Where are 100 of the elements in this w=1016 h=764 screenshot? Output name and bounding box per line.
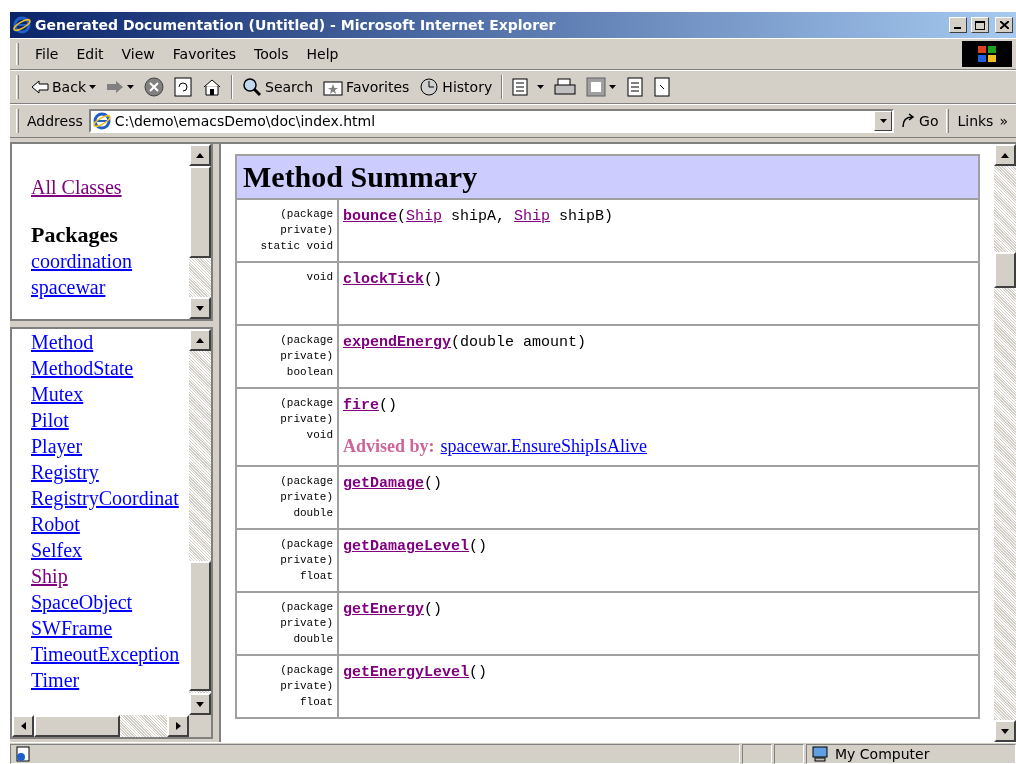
menu-item[interactable]: File bbox=[27, 43, 67, 65]
table-heading: Method Summary bbox=[237, 156, 978, 200]
minimize-button[interactable] bbox=[949, 17, 967, 33]
type-link[interactable]: Ship bbox=[406, 208, 443, 225]
class-link[interactable]: Timer bbox=[31, 667, 80, 693]
modifier-text: (package bbox=[279, 474, 333, 489]
ie-logo-icon bbox=[92, 112, 111, 130]
modifier-text: float bbox=[299, 569, 333, 584]
class-link[interactable]: Registry bbox=[31, 459, 99, 485]
go-button[interactable]: Go bbox=[896, 107, 943, 135]
class-link[interactable]: Selfex bbox=[31, 537, 83, 563]
scroll-right-button[interactable] bbox=[167, 715, 189, 737]
scrollbar[interactable] bbox=[994, 144, 1016, 742]
scroll-thumb[interactable] bbox=[994, 252, 1016, 288]
modifier-text: (package bbox=[279, 600, 333, 615]
parameter-text: (double amount) bbox=[451, 334, 587, 351]
method-name-link[interactable]: getDamage bbox=[343, 475, 424, 492]
class-link[interactable]: MethodState bbox=[31, 355, 134, 381]
address-box[interactable]: C:\demo\emacsDemo\doc\index.html bbox=[88, 109, 895, 133]
scroll-down-button[interactable] bbox=[189, 693, 211, 715]
menu-item[interactable]: Edit bbox=[68, 43, 112, 65]
scroll-up-button[interactable] bbox=[994, 144, 1016, 166]
package-link[interactable]: coordination bbox=[31, 248, 133, 274]
modifier-text: float bbox=[299, 695, 333, 710]
status-panel bbox=[742, 743, 772, 764]
package-link[interactable]: spacewar bbox=[31, 274, 106, 300]
class-link[interactable]: TimeoutException bbox=[31, 641, 180, 667]
class-link[interactable]: SpaceObject bbox=[31, 589, 133, 615]
dropdown-button[interactable] bbox=[874, 111, 893, 131]
arrow-icon bbox=[175, 722, 181, 730]
scroll-up-button[interactable] bbox=[189, 329, 211, 351]
method-name-link[interactable]: getEnergy bbox=[343, 601, 424, 618]
toolbar-button[interactable]: Search bbox=[238, 73, 318, 101]
close-button[interactable] bbox=[995, 17, 1013, 33]
scroll-down-button[interactable] bbox=[994, 720, 1016, 742]
class-link[interactable]: Ship bbox=[31, 563, 68, 589]
more-chevron[interactable]: » bbox=[999, 113, 1012, 129]
method-name-link[interactable]: getDamageLevel bbox=[343, 538, 470, 555]
windows-logo-icon bbox=[962, 41, 1012, 67]
scroll-up-button[interactable] bbox=[189, 144, 211, 166]
class-link[interactable]: Robot bbox=[31, 511, 80, 537]
maximize-button[interactable] bbox=[971, 17, 989, 33]
page-icon bbox=[654, 77, 671, 97]
star-folder-icon bbox=[323, 78, 344, 96]
arrow-icon bbox=[1001, 152, 1009, 158]
maximize-icon bbox=[975, 20, 985, 30]
method-name-link[interactable]: expendEnergy bbox=[343, 334, 452, 351]
links-label[interactable]: Links bbox=[957, 113, 998, 129]
scroll-thumb[interactable] bbox=[34, 715, 120, 737]
clock-icon bbox=[419, 77, 440, 97]
modifier-text: (package bbox=[279, 663, 333, 678]
horizontal-scrollbar[interactable] bbox=[12, 715, 211, 737]
type-link[interactable]: Ship bbox=[514, 208, 551, 225]
toolbar-button[interactable]: Back bbox=[27, 73, 100, 101]
page-icon bbox=[15, 745, 31, 762]
scroll-thumb[interactable] bbox=[189, 561, 211, 691]
class-link[interactable]: SWFrame bbox=[31, 615, 113, 641]
toolbar-button[interactable]: Favorites bbox=[319, 73, 414, 101]
scroll-left-button[interactable] bbox=[12, 715, 34, 737]
menu-item[interactable]: Favorites bbox=[164, 43, 245, 65]
scroll-down-button[interactable] bbox=[189, 297, 211, 319]
stop-icon bbox=[144, 77, 164, 97]
modifier-text: private) bbox=[279, 412, 333, 427]
method-name-link[interactable]: bounce bbox=[343, 208, 397, 225]
search-icon bbox=[242, 77, 262, 97]
arrow-icon bbox=[196, 337, 204, 343]
class-link[interactable]: RegistryCoordinat bbox=[31, 485, 179, 511]
zone-text: My Computer bbox=[835, 745, 930, 762]
forward-arrow-icon bbox=[106, 80, 124, 94]
class-link[interactable]: Player bbox=[31, 433, 83, 459]
scroll-thumb[interactable] bbox=[189, 166, 211, 258]
arrow-icon bbox=[196, 305, 204, 311]
parameter-text: shipA, bbox=[450, 208, 507, 225]
address-label: Address bbox=[27, 113, 84, 129]
class-link[interactable]: Pilot bbox=[31, 407, 69, 433]
parameter-text: ( bbox=[397, 208, 407, 225]
all-classes-link[interactable]: All Classes bbox=[31, 174, 122, 200]
parameter-text: () bbox=[424, 271, 443, 288]
ie-logo-icon bbox=[13, 16, 31, 34]
class-link[interactable]: Mutex bbox=[31, 381, 84, 407]
arrow-icon bbox=[196, 701, 204, 707]
advice-link[interactable]: spacewar.EnsureShipIsAlive bbox=[440, 436, 647, 456]
scrollbar[interactable] bbox=[189, 329, 211, 715]
class-link[interactable]: Method bbox=[31, 329, 94, 355]
status-panel bbox=[774, 743, 804, 764]
scrollbar[interactable] bbox=[189, 144, 211, 319]
menu-item[interactable]: Help bbox=[298, 43, 347, 65]
advised-label: Advised by: bbox=[343, 436, 435, 456]
modifier-text: double bbox=[292, 506, 333, 521]
modifier-text: double bbox=[292, 632, 333, 647]
menu-item[interactable]: Tools bbox=[246, 43, 297, 65]
method-name-link[interactable]: clockTick bbox=[343, 271, 424, 288]
refresh-icon bbox=[174, 77, 192, 97]
method-name-link[interactable]: getEnergyLevel bbox=[343, 664, 470, 681]
parameter-text: () bbox=[469, 664, 488, 681]
modifier-text: private) bbox=[279, 679, 333, 694]
menu-item[interactable]: View bbox=[113, 43, 163, 65]
toolbar-button[interactable]: History bbox=[415, 73, 497, 101]
address-field[interactable]: C:\demo\emacsDemo\doc\index.html bbox=[114, 113, 871, 129]
method-name-link[interactable]: fire bbox=[343, 397, 379, 414]
